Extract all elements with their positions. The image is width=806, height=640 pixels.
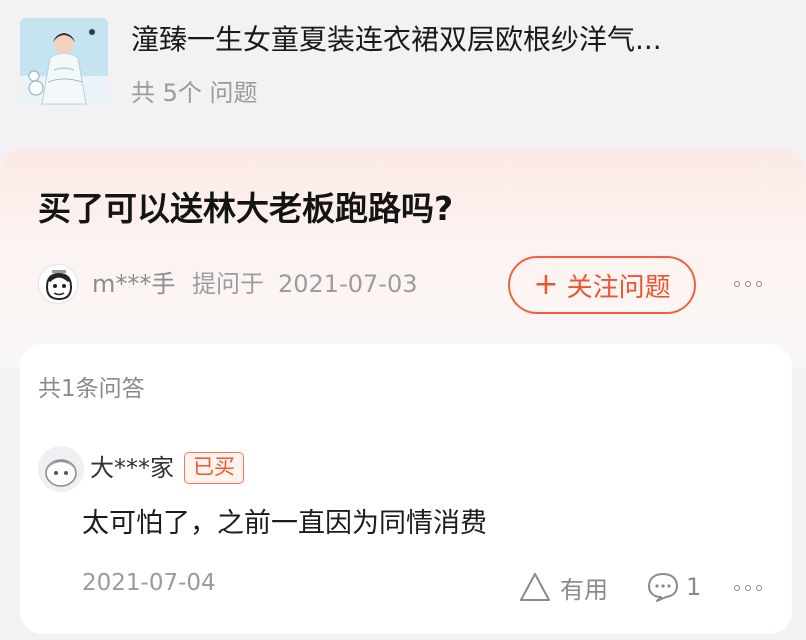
asked-date: 2021-07-03 bbox=[278, 270, 418, 298]
comment-count: 1 bbox=[686, 573, 702, 601]
product-photo-icon[interactable] bbox=[20, 18, 108, 106]
answer-count-label: 共1条问答 bbox=[38, 376, 145, 402]
asked-label: 提问于 bbox=[192, 270, 264, 298]
purchased-badge: 已买 bbox=[184, 452, 244, 484]
product-title[interactable]: 潼臻一生女童夏装连衣裙双层欧根纱洋气... bbox=[131, 20, 771, 60]
dot bbox=[734, 585, 740, 591]
plus-icon: + bbox=[533, 267, 559, 302]
dot bbox=[756, 281, 762, 287]
comment-icon bbox=[648, 573, 678, 602]
answerer-avatar[interactable] bbox=[38, 446, 84, 492]
question-title: 买了可以送林大老板跑路吗? bbox=[38, 189, 454, 228]
dot bbox=[745, 281, 751, 287]
answer-more-options-icon[interactable] bbox=[734, 581, 768, 595]
answer-date: 2021-07-04 bbox=[82, 570, 216, 596]
answers-card: 共1条问答 大***家 已买 太可怕了，之前一直因为同情消费 2021-07-0… bbox=[20, 344, 792, 634]
dot bbox=[734, 281, 740, 287]
follow-button-label: 关注问题 bbox=[566, 272, 671, 303]
answerer-name[interactable]: 大***家 bbox=[90, 450, 174, 486]
answer-text: 太可怕了，之前一直因为同情消费 bbox=[82, 508, 487, 539]
question-card: 买了可以送林大老板跑路吗? m***手 提问于 2021-07-03 + 关注问… bbox=[0, 148, 806, 368]
dot bbox=[745, 585, 751, 591]
useful-label: 有用 bbox=[560, 575, 608, 604]
triangle-up-icon bbox=[520, 573, 550, 601]
asker-avatar[interactable] bbox=[38, 264, 78, 304]
question-count-label[interactable]: 共 5个 问题 bbox=[131, 75, 258, 111]
comment-button[interactable]: 1 bbox=[646, 569, 701, 605]
dot bbox=[756, 585, 762, 591]
more-options-icon[interactable] bbox=[734, 276, 768, 292]
follow-question-button[interactable]: + 关注问题 bbox=[508, 256, 696, 314]
useful-button[interactable]: 有用 bbox=[518, 569, 608, 605]
product-header[interactable]: 潼臻一生女童夏装连衣裙双层欧根纱洋气... 共 5个 问题 bbox=[0, 0, 806, 140]
asker-name[interactable]: m***手 bbox=[92, 266, 175, 302]
